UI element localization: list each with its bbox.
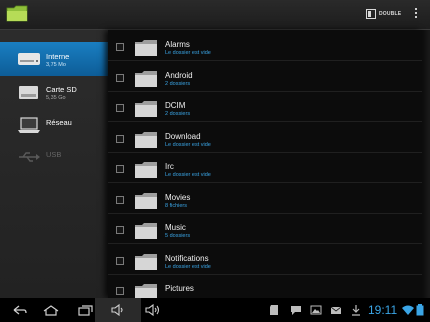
hard-drive-icon [18,53,40,65]
folder-name: Irc [165,162,174,171]
select-checkbox[interactable] [116,134,124,143]
folder-icon [135,70,157,87]
usb-icon [19,152,40,162]
sidebar-item-size: 3,75 Mo [46,62,66,68]
folder-app-icon[interactable] [6,3,28,23]
list-item[interactable]: Notifications Le dossier est vide [108,244,422,275]
list-item[interactable]: Music 5 dossiers [108,213,422,244]
storage-sidebar: Interne 3,75 Mo Carte SD 5,35 Go Réseau … [0,30,108,298]
folder-detail: Le dossier est vide [165,172,211,178]
sidebar-item-sd-card[interactable]: Carte SD 5,35 Go [0,75,108,109]
sidebar-item-label: Réseau [46,118,72,127]
chat-icon [291,306,301,315]
dual-pane-button[interactable]: DOUBLE [366,6,401,22]
download-icon [352,305,360,316]
folder-name: DCIM [165,101,186,110]
folder-icon [135,192,157,209]
action-bar: DOUBLE [0,0,430,30]
select-checkbox[interactable] [116,287,124,295]
folder-name: Notifications [165,253,209,263]
list-item[interactable]: DCIM 2 dossiers [108,91,422,122]
sidebar-item-network[interactable]: Réseau [0,108,108,142]
list-item[interactable]: Pictures [108,274,422,298]
list-item[interactable]: Android 2 dossiers [108,61,422,92]
sd-card-icon [270,305,278,315]
list-edge [422,30,430,298]
sidebar-item-label: Carte SD [46,85,77,94]
folder-detail: 2 dossiers [165,111,191,117]
select-checkbox[interactable] [116,104,124,112]
folder-icon [135,253,157,270]
wifi-icon [402,305,414,315]
overflow-menu-icon[interactable] [412,6,420,22]
home-icon[interactable] [42,302,60,318]
volume-down-icon[interactable] [110,302,128,318]
laptop-network-icon [18,117,40,133]
list-item[interactable]: Movies 8 fichiers [108,183,422,214]
dual-pane-icon [366,9,376,19]
sidebar-item-usb: USB [0,140,108,174]
select-checkbox[interactable] [116,256,124,265]
sd-card-icon [19,86,38,99]
sidebar-item-size: 5,35 Go [46,95,66,101]
sidebar-item-internal[interactable]: Interne 3,75 Mo [0,42,108,76]
file-list: Alarms Le dossier est vide Android 2 dossie… [108,30,422,298]
folder-detail: Le dossier est vide [165,50,211,56]
select-checkbox[interactable] [116,195,124,204]
folder-icon [135,162,157,178]
folder-icon [135,101,157,117]
folder-name: Android [165,70,193,80]
system-bar [0,298,430,322]
list-item[interactable]: Alarms Le dossier est vide [108,30,422,61]
folder-detail: Le dossier est vide [165,141,211,148]
folder-name: Music [165,223,186,232]
dual-pane-label: DOUBLE [379,11,402,17]
back-icon[interactable] [10,302,28,318]
list-item[interactable]: Irc Le dossier est vide [108,152,422,183]
select-checkbox[interactable] [116,165,124,173]
folder-icon [135,40,157,56]
folder-icon [135,223,157,239]
folder-detail: Le dossier est vide [165,263,211,270]
select-checkbox[interactable] [116,226,124,234]
recent-apps-icon[interactable] [76,302,94,318]
select-checkbox[interactable] [116,73,124,82]
folder-detail: 2 dossiers [165,80,191,87]
folder-detail: 5 dossiers [165,233,191,239]
folder-detail: 8 fichiers [165,202,188,209]
battery-icon [416,304,424,316]
sidebar-item-label: USB [46,150,62,159]
folder-icon [135,284,157,298]
folder-name: Alarms [165,40,190,49]
list-item[interactable]: Download Le dossier est vide [108,122,422,153]
volume-up-icon[interactable] [144,302,162,318]
status-clock: 19:11 [368,303,398,317]
select-checkbox[interactable] [116,43,124,51]
sidebar-item-label: Interne [46,52,70,61]
mail-icon [330,306,342,314]
folder-name: Download [165,131,201,141]
image-icon [310,305,322,315]
folder-icon [135,131,157,148]
folder-name: Movies [165,192,191,202]
folder-name: Pictures [165,284,194,293]
